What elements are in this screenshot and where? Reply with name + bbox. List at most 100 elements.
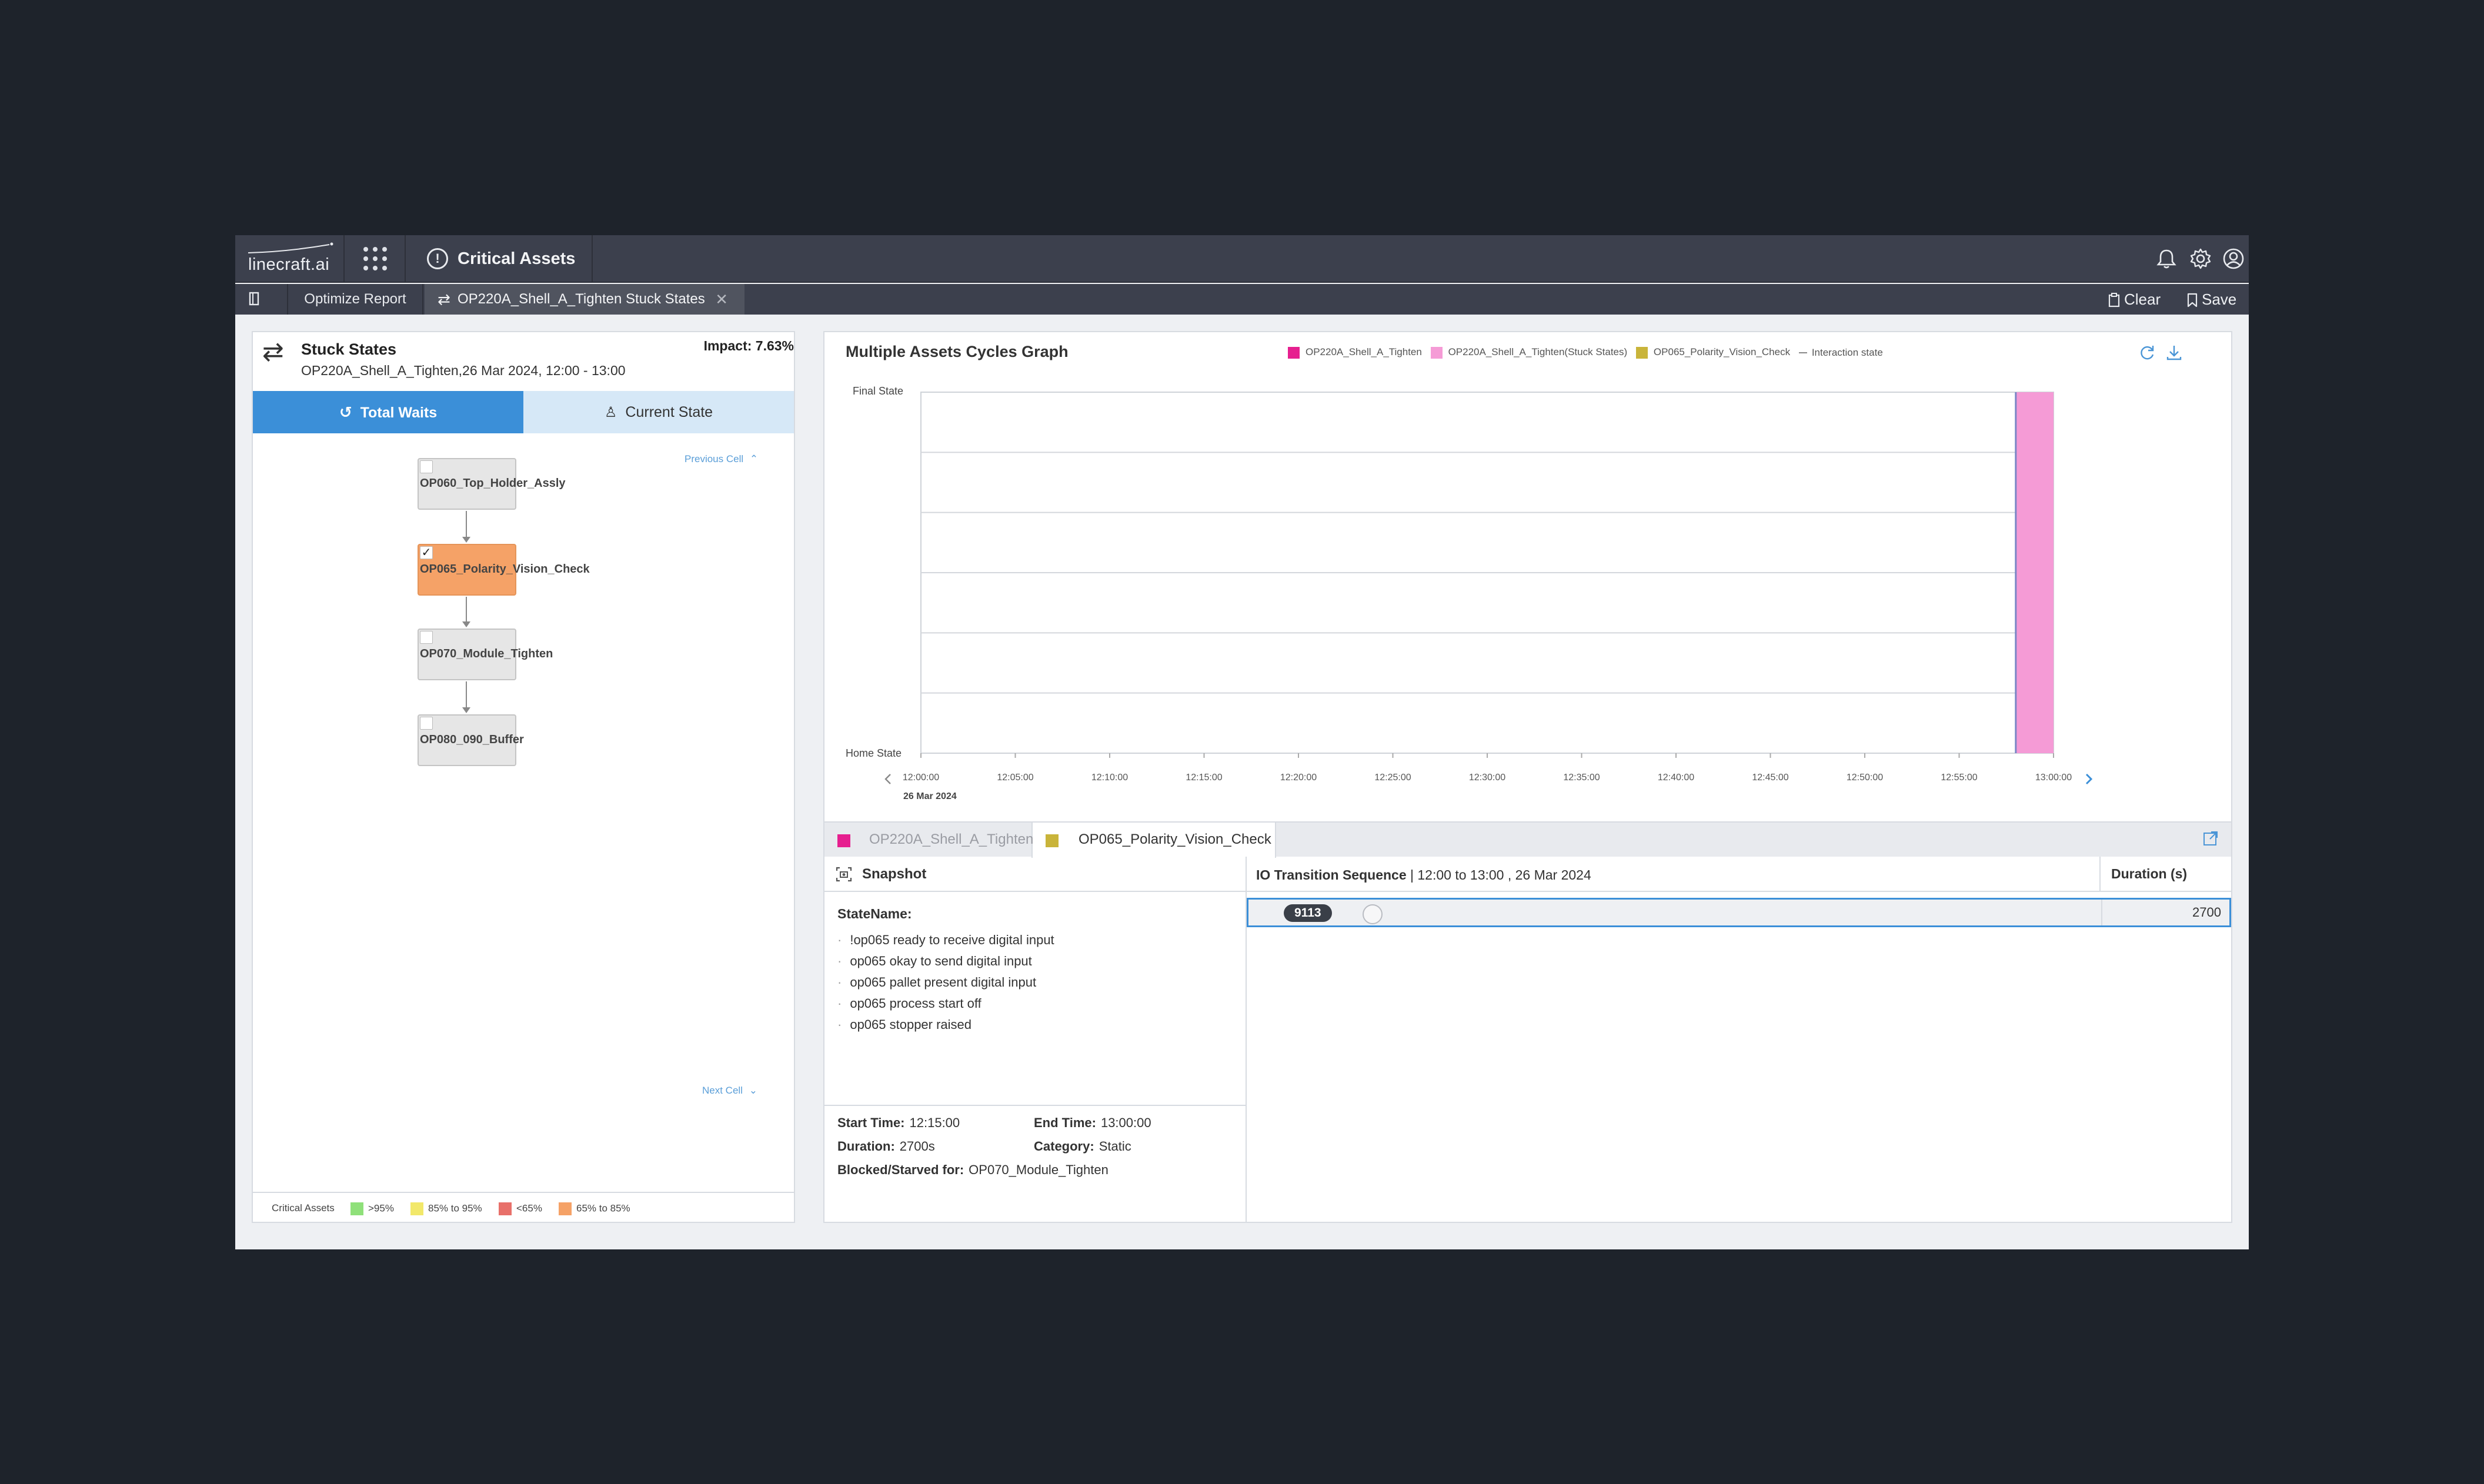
- legend-swatch: [410, 1202, 423, 1215]
- save-button[interactable]: Save: [2186, 284, 2236, 315]
- row-duration: 2700: [2101, 900, 2229, 925]
- apps-grid-button[interactable]: [345, 235, 406, 283]
- tab-op220a[interactable]: OP220A_Shell_A_Tighten: [824, 823, 1033, 858]
- tab-op065-label: OP065_Polarity_Vision_Check: [1079, 831, 1271, 847]
- flow-node-op065[interactable]: ✓ OP065_Polarity_Vision_Check: [418, 544, 590, 596]
- tab-bar: Optimize Report ⇄ OP220A_Shell_A_Tighten…: [235, 284, 2249, 315]
- refresh-icon[interactable]: [2137, 343, 2157, 363]
- stuck-states-header: ⇄ Stuck States OP220A_Shell_A_Tighten,26…: [253, 332, 794, 391]
- alert-circle-icon: !: [427, 248, 448, 269]
- previous-cell-label: Previous Cell: [685, 453, 744, 464]
- state-list: !op065 ready to receive digital input op…: [837, 930, 1054, 1035]
- flow-node-op060[interactable]: OP060_Top_Holder_Assly: [418, 458, 566, 510]
- history-icon: ↺: [339, 403, 352, 421]
- bookmark-save-icon: [2187, 293, 2198, 308]
- flow-node-op080[interactable]: OP080_090_Buffer: [418, 714, 524, 766]
- legend-item: 85% to 95%: [410, 1202, 482, 1215]
- snapshot-details: Start Time: 12:15:00 End Time: 13:00:00 Du…: [824, 1105, 1246, 1222]
- flow-arrow: [462, 597, 470, 627]
- x-date-label: 26 Mar 2024: [903, 791, 957, 801]
- previous-cell-link[interactable]: Previous Cell ⌃: [685, 453, 758, 465]
- tab-total-waits[interactable]: ↺ Total Waits: [253, 391, 523, 433]
- assets-graph-panel: Final State Home State 12:00:00 12:05:00 12:…: [823, 331, 2232, 1223]
- node-checkbox[interactable]: [420, 460, 433, 473]
- flow-node-label: OP065_Polarity_Vision_Check: [420, 563, 590, 576]
- swap-icon: ⇄: [262, 337, 284, 366]
- legend-item: OP220A_Shell_A_Tighten: [1288, 346, 1422, 359]
- tab-stuck-states[interactable]: ⇄ OP220A_Shell_A_Tighten Stuck States ✕: [425, 284, 744, 315]
- logo-swoosh-icon: [248, 242, 333, 253]
- flow-arrow: [462, 681, 470, 713]
- tab-op220a-label: OP220A_Shell_A_Tighten: [869, 831, 1034, 847]
- state-name-label: StateName:: [837, 906, 912, 921]
- io-table-header: IO Transition Sequence | 12:00 to 13:00 …: [1247, 857, 2231, 892]
- legend-line: [1798, 352, 1807, 354]
- clear-button[interactable]: Clear: [2108, 284, 2161, 315]
- x-tick-label: 12:15:00: [1186, 773, 1222, 783]
- snapshot-title: Snapshot: [862, 866, 927, 882]
- module-title: ! Critical Assets: [406, 235, 593, 283]
- node-checkbox[interactable]: [420, 631, 433, 644]
- legend-title: Critical Assets: [272, 1202, 335, 1214]
- expand-icon[interactable]: [2201, 828, 2221, 848]
- chevron-down-icon: ⌄: [749, 1085, 757, 1096]
- flow-node-label: OP070_Module_Tighten: [420, 647, 553, 660]
- bell-icon[interactable]: [2155, 247, 2178, 270]
- tab-current-state-label: Current State: [625, 404, 713, 420]
- legend-item: >95%: [350, 1202, 394, 1215]
- x-tick-label: 12:25:00: [1374, 773, 1411, 783]
- legend-item: OP220A_Shell_A_Tighten(Stuck States): [1430, 346, 1627, 359]
- module-title-label: Critical Assets: [458, 249, 576, 268]
- flow-node-label: OP080_090_Buffer: [420, 733, 524, 746]
- node-checkbox-checked[interactable]: ✓: [420, 546, 433, 559]
- top-bar: linecraft.ai ! Critical Assets: [235, 235, 2249, 283]
- legend-item: 65% to 85%: [559, 1202, 630, 1215]
- impact-value: Impact: 7.63%: [703, 338, 794, 353]
- transition-node-icon[interactable]: [1363, 904, 1383, 924]
- gear-icon[interactable]: [2189, 247, 2212, 270]
- x-tick-label: 12:50:00: [1847, 773, 1883, 783]
- node-checkbox[interactable]: [420, 717, 433, 730]
- legend-swatch: [350, 1202, 363, 1215]
- transition-id-badge[interactable]: 9113: [1284, 904, 1332, 922]
- stuck-states-title: Stuck States: [301, 340, 397, 358]
- flow-node-op070[interactable]: OP070_Module_Tighten: [418, 629, 553, 680]
- x-tick-label: 12:00:00: [903, 773, 939, 783]
- category: Category: Static: [1034, 1139, 1131, 1154]
- chevron-left-icon: [884, 774, 891, 784]
- user-account-icon[interactable]: [2222, 247, 2245, 270]
- close-icon[interactable]: ✕: [715, 284, 728, 315]
- logo[interactable]: linecraft.ai: [235, 235, 345, 283]
- user-icon: ♙: [604, 405, 617, 420]
- next-cell-link[interactable]: Next Cell ⌄: [702, 1085, 757, 1097]
- chevron-up-icon: ⌃: [749, 453, 759, 464]
- x-tick-label: 12:30:00: [1469, 773, 1505, 783]
- download-icon[interactable]: [2164, 343, 2184, 363]
- table-row[interactable]: 9113 2700: [1247, 898, 2231, 927]
- state-item: op065 okay to send digital input: [837, 951, 1054, 972]
- swap-icon: ⇄: [438, 290, 450, 308]
- snapshot-header: Snapshot: [824, 857, 1246, 892]
- clear-label: Clear: [2124, 290, 2161, 308]
- logo-text: linecraft.ai: [248, 255, 330, 274]
- legend-swatch: [1288, 346, 1300, 359]
- bookmark-icon: [249, 292, 259, 306]
- x-tick-label: 12:10:00: [1091, 773, 1128, 783]
- legend-swatch: [1430, 346, 1443, 359]
- state-item: op065 process start off: [837, 993, 1054, 1014]
- state-item: op065 pallet present digital input: [837, 972, 1054, 993]
- duration-header: Duration (s): [2099, 857, 2230, 892]
- legend-swatch: [559, 1202, 572, 1215]
- tab-current-state[interactable]: ♙ Current State: [523, 391, 794, 433]
- y-label-final-state: Final State: [853, 385, 903, 397]
- stuck-state-area: [2015, 392, 2054, 753]
- app-window: linecraft.ai ! Critical Assets Optimize …: [235, 235, 2249, 1249]
- legend-item: OP065_Polarity_Vision_Check: [1635, 346, 1790, 359]
- tab-optimize-report[interactable]: Optimize Report: [288, 284, 423, 315]
- start-time: Start Time: 12:15:00: [837, 1115, 960, 1130]
- tab-bookmark[interactable]: [235, 284, 288, 315]
- asset-tabs: OP220A_Shell_A_Tighten OP065_Polarity_Vi…: [824, 821, 2231, 858]
- asset-color-swatch: [837, 834, 850, 847]
- tab-op065[interactable]: OP065_Polarity_Vision_Check: [1033, 823, 1276, 858]
- stuck-states-panel: ⇄ Stuck States OP220A_Shell_A_Tighten,26…: [252, 331, 795, 1223]
